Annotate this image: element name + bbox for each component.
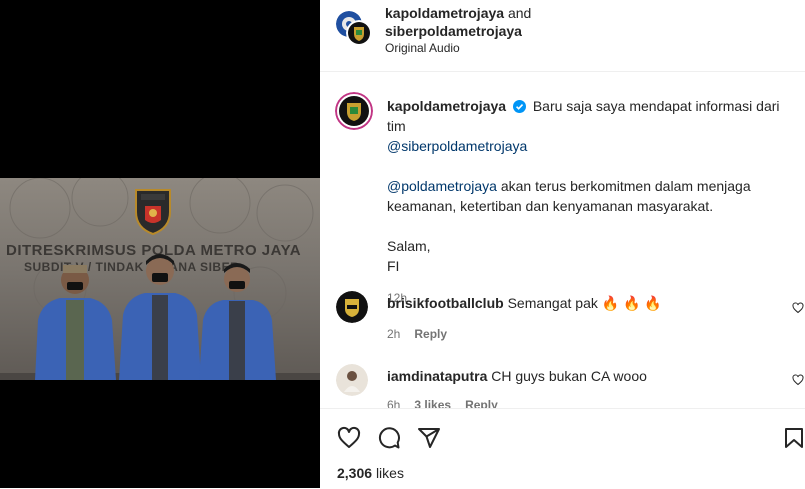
comment2-avatar[interactable] <box>336 364 368 396</box>
comment1-text: Semangat pak 🔥 🔥 🔥 <box>507 295 662 311</box>
likes-count[interactable]: 2,306 likes <box>337 465 404 481</box>
caption-salam: Salam, <box>387 238 431 254</box>
verified-icon <box>512 100 526 113</box>
person-center <box>119 254 201 380</box>
person-right <box>199 263 276 380</box>
share-icon[interactable] <box>417 426 441 450</box>
comment1-username[interactable]: brisikfootballclub <box>387 295 504 311</box>
original-audio-link[interactable]: Original Audio <box>385 41 460 55</box>
caption-avatar[interactable] <box>335 92 373 130</box>
post-actions: 2,306 likes <box>320 408 805 489</box>
comment2: iamdinataputra CH guys bukan CA wooo <box>387 368 647 384</box>
post-details-panel: kapoldametrojaya and siberpoldametrojaya… <box>320 0 805 489</box>
header-connector: and <box>507 5 532 21</box>
post-photo: DITRESKRIMSUS POLDA METRO JAYA SUBDIT V … <box>0 178 320 380</box>
comment2-like-heart-icon[interactable] <box>792 374 804 386</box>
comment2-username[interactable]: iamdinataputra <box>387 368 487 384</box>
likes-number: 2,306 <box>337 465 373 481</box>
caption-username[interactable]: kapoldametrojaya <box>387 98 506 114</box>
caption-sign: FI <box>387 258 400 274</box>
likes-label: likes <box>375 465 404 481</box>
comment1-time: 2h <box>387 327 401 341</box>
comment1-meta: 2h Reply <box>387 327 447 341</box>
comment1-avatar[interactable] <box>336 291 368 323</box>
caption: kapoldametrojaya Baru saja saya mendapat… <box>387 96 797 308</box>
caption-mention-polda[interactable]: @poldametrojaya <box>387 178 497 194</box>
post-media[interactable]: DITRESKRIMSUS POLDA METRO JAYA SUBDIT V … <box>0 0 320 488</box>
comment2-text: CH guys bukan CA wooo <box>491 368 647 384</box>
heart-icon[interactable] <box>337 426 361 450</box>
comment1: brisikfootballclub Semangat pak 🔥 🔥 🔥 <box>387 295 662 312</box>
header-user1-link[interactable]: kapoldametrojaya <box>385 5 504 21</box>
header-line1: kapoldametrojaya and <box>385 5 531 21</box>
person-left <box>35 265 116 380</box>
comment-icon[interactable] <box>377 426 401 450</box>
collab-avatar-2[interactable] <box>346 20 372 46</box>
bookmark-icon[interactable] <box>782 426 805 450</box>
header-user2-link[interactable]: siberpoldametrojaya <box>385 23 522 39</box>
post-header: kapoldametrojaya and siberpoldametrojaya… <box>320 0 805 72</box>
caption-mention-siber[interactable]: @siberpoldametrojaya <box>387 138 527 154</box>
police-badge-icon <box>135 189 171 236</box>
comment1-reply-button[interactable]: Reply <box>414 327 447 341</box>
comment1-like-heart-icon[interactable] <box>792 302 804 314</box>
